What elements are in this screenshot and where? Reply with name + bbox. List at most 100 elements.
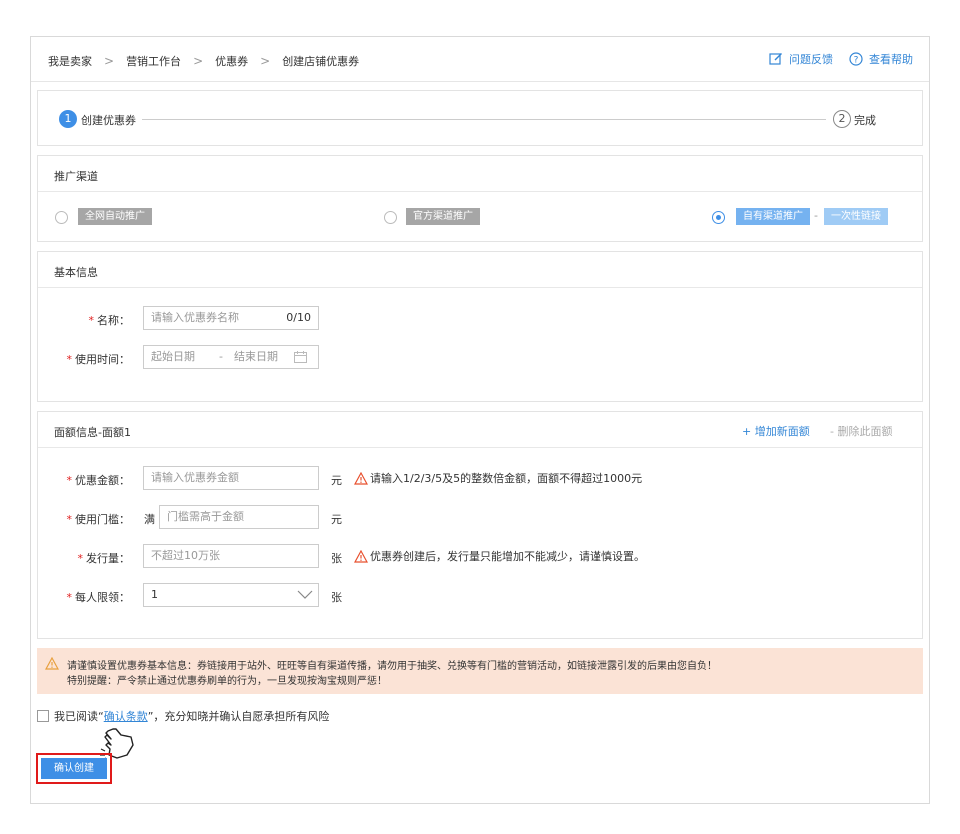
step-connector: [142, 119, 826, 120]
add-denomination-link[interactable]: + 增加新面额: [742, 423, 810, 439]
step-2-number: 2: [833, 110, 851, 128]
feedback-link[interactable]: 问题反馈: [769, 51, 833, 67]
channel-option-official[interactable]: 官方渠道推广: [406, 208, 480, 225]
help-label: 查看帮助: [869, 53, 913, 66]
breadcrumb-item[interactable]: 我是卖家: [48, 53, 92, 69]
radio-auto-channel[interactable]: [55, 211, 68, 224]
question-icon: ?: [849, 52, 863, 66]
breadcrumb: 我是卖家 > 营销工作台 > 优惠券 > 创建店铺优惠券: [48, 53, 359, 69]
channel-panel-header: 推广渠道: [38, 156, 922, 192]
issue-label-text: 发行量：: [86, 552, 130, 565]
required-mark: *: [66, 513, 73, 526]
confirm-create-button[interactable]: 确认创建: [41, 758, 107, 779]
issue-label: * 发行量：: [38, 550, 131, 566]
notice-line-1: 请谨慎设置优惠券基本信息：券链接用于站外、旺旺等自有渠道传播，请勿用于抽奖、兑换…: [67, 661, 717, 672]
threshold-unit: 元: [331, 513, 342, 526]
threshold-prefix: 满: [144, 513, 155, 526]
name-char-count: 0/10: [286, 311, 311, 324]
name-label-text: 名称：: [97, 314, 130, 327]
per-person-limit-value: 1: [151, 588, 158, 601]
radio-official-channel[interactable]: [384, 211, 397, 224]
delete-denomination-link[interactable]: - 删除此面额: [830, 423, 892, 439]
warning-icon: [354, 549, 368, 563]
page-frame: 我是卖家 > 营销工作台 > 优惠券 > 创建店铺优惠券 问题反馈 ? 查看帮助…: [30, 36, 930, 804]
issue-unit: 张: [331, 552, 342, 565]
help-link[interactable]: ? 查看帮助: [849, 51, 913, 67]
warning-icon: [354, 471, 368, 485]
required-mark: *: [88, 314, 95, 327]
breadcrumb-item[interactable]: 营销工作台: [126, 53, 181, 69]
step-1-number: 1: [59, 110, 77, 128]
coupon-name-placeholder: 请输入优惠券名称: [151, 311, 239, 324]
edit-icon: [769, 53, 782, 65]
breadcrumb-item[interactable]: 优惠券: [215, 53, 248, 69]
submit-highlight: 确认创建: [36, 753, 112, 784]
svg-text:?: ?: [854, 56, 859, 66]
breadcrumb-current: 创建店铺优惠券: [282, 55, 360, 68]
denomination-header: 面额信息-面额1 + 增加新面额 - 删除此面额: [38, 412, 922, 448]
top-bar: 我是卖家 > 营销工作台 > 优惠券 > 创建店铺优惠券 问题反馈 ? 查看帮助: [31, 37, 929, 82]
step-1-label: 创建优惠券: [81, 114, 136, 127]
required-mark: *: [66, 591, 73, 604]
amount-warning-text: 请输入1/2/3/5及5的整数倍金额，面额不得超过1000元: [370, 472, 643, 485]
basic-info-header: 基本信息: [38, 252, 922, 288]
denomination-panel: 面额信息-面额1 + 增加新面额 - 删除此面额 * 优惠金额： 请输入优惠券金额…: [37, 411, 923, 639]
issue-warning: 优惠券创建后，发行量只能增加不能减少，请谨慎设置。: [354, 548, 645, 564]
coupon-name-input[interactable]: 请输入优惠券名称 0/10: [143, 306, 319, 330]
channel-sublabel: 一次性链接: [824, 208, 888, 225]
step-2-label: 完成: [854, 114, 876, 127]
per-person-limit-select[interactable]: 1: [143, 583, 319, 607]
threshold-input[interactable]: 门槛需高于金额: [159, 505, 319, 529]
coupon-amount-input[interactable]: 请输入优惠券金额: [143, 466, 319, 490]
channel-sub-separator: -: [814, 209, 818, 222]
required-mark: *: [66, 353, 73, 366]
agreement-prefix: 我已阅读“: [54, 710, 104, 723]
name-label: * 名称：: [38, 312, 131, 328]
basic-info-title: 基本信息: [54, 266, 98, 279]
end-date-placeholder: 结束日期: [234, 350, 278, 363]
start-date-placeholder: 起始日期: [151, 350, 195, 363]
issue-warning-text: 优惠券创建后，发行量只能增加不能减少，请谨慎设置。: [370, 550, 645, 563]
threshold-placeholder: 门槛需高于金额: [167, 510, 244, 523]
terms-link[interactable]: 确认条款: [104, 708, 148, 724]
required-mark: *: [77, 552, 84, 565]
coupon-amount-placeholder: 请输入优惠券金额: [151, 471, 239, 484]
agreement-checkbox[interactable]: [37, 710, 49, 722]
channel-title: 推广渠道: [54, 170, 98, 183]
limit-unit: 张: [331, 591, 342, 604]
date-range-input[interactable]: 起始日期 - 结束日期: [143, 345, 319, 369]
amount-unit: 元: [331, 474, 342, 487]
amount-label: * 优惠金额：: [38, 472, 131, 488]
breadcrumb-separator: >: [260, 54, 271, 68]
top-links: 问题反馈 ? 查看帮助: [753, 51, 913, 67]
step-progress: 1 创建优惠券 2 完成: [37, 90, 923, 146]
warning-icon: [45, 657, 59, 670]
calendar-icon: [294, 351, 307, 363]
amount-warning: 请输入1/2/3/5及5的整数倍金额，面额不得超过1000元: [354, 470, 642, 486]
basic-info-panel: 基本信息 * 名称： 请输入优惠券名称 0/10 * 使用时间： 起始日期 - 结束…: [37, 251, 923, 402]
breadcrumb-separator: >: [104, 54, 115, 68]
risk-notice: 请谨慎设置优惠券基本信息：券链接用于站外、旺旺等自有渠道传播，请勿用于抽奖、兑换…: [37, 648, 923, 694]
chevron-down-icon: [297, 590, 313, 599]
channel-panel: 推广渠道 全网自动推广 官方渠道推广 自有渠道推广 - 一次性链接: [37, 155, 923, 242]
agreement-row: 我已阅读“ 确认条款 ”，充分知晓并确认自愿承担所有风险: [37, 708, 329, 724]
issue-quantity-placeholder: 不超过10万张: [151, 549, 220, 562]
amount-label-text: 优惠金额：: [75, 474, 130, 487]
time-label-text: 使用时间：: [75, 353, 130, 366]
limit-label-text: 每人限领：: [75, 591, 130, 604]
feedback-label: 问题反馈: [789, 53, 833, 66]
channel-option-own[interactable]: 自有渠道推广: [736, 208, 810, 225]
agreement-suffix: ”，充分知晓并确认自愿承担所有风险: [147, 710, 330, 723]
threshold-label-text: 使用门槛：: [75, 513, 130, 526]
limit-label: * 每人限领：: [38, 589, 131, 605]
denomination-title: 面额信息-面额1: [54, 426, 131, 439]
issue-quantity-input[interactable]: 不超过10万张: [143, 544, 319, 568]
required-mark: *: [66, 474, 73, 487]
date-separator: -: [219, 350, 223, 363]
threshold-label: * 使用门槛：: [38, 511, 131, 527]
channel-option-auto[interactable]: 全网自动推广: [78, 208, 152, 225]
time-label: * 使用时间：: [38, 351, 131, 367]
notice-line-2: 特别提醒：严令禁止通过优惠券刷单的行为，一旦发现按淘宝规则严惩！: [67, 676, 387, 687]
breadcrumb-separator: >: [193, 54, 204, 68]
radio-own-channel[interactable]: [712, 211, 725, 224]
